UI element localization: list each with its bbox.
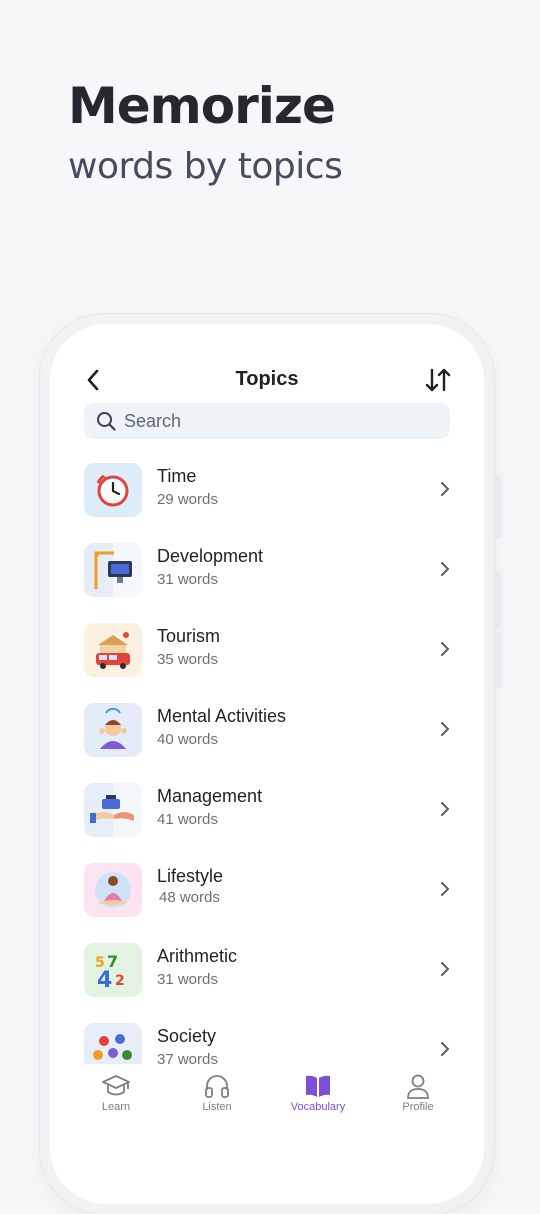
chevron-right-icon — [441, 1042, 449, 1056]
tab-label: Profile — [402, 1101, 434, 1113]
headline-subtitle: words by topics — [68, 146, 343, 187]
meditation-icon — [84, 863, 142, 917]
topic-name: Arithmetic — [157, 946, 238, 966]
promo-headline: Memorize words by topics — [68, 77, 343, 188]
svg-text:4: 4 — [97, 968, 112, 993]
phone-screen: Topics Search Time 29 words Development … — [50, 324, 484, 1204]
tab-label: Vocabulary — [290, 1101, 346, 1113]
thinking-person-icon — [84, 703, 142, 757]
chevron-right-icon — [441, 562, 449, 576]
svg-text:2: 2 — [115, 973, 125, 989]
chevron-right-icon — [441, 642, 449, 656]
headline-title: Memorize — [68, 77, 336, 135]
topic-word-count: 48 words — [159, 889, 220, 906]
phone-frame: Topics Search Time 29 words Development … — [40, 314, 494, 1214]
chevron-right-icon — [441, 802, 449, 816]
topic-list: Time 29 words Development 31 words Touri… — [84, 460, 454, 1100]
topic-name: Time — [157, 466, 197, 486]
book-icon — [306, 1075, 330, 1097]
topic-row-time[interactable]: Time 29 words — [84, 460, 454, 540]
page-title: Topics — [235, 368, 299, 390]
topic-word-count: 41 words — [157, 811, 218, 828]
chevron-right-icon — [441, 882, 449, 896]
tab-profile[interactable]: Profile — [364, 1072, 472, 1113]
tour-bus-icon — [84, 623, 142, 677]
topic-word-count: 40 words — [157, 731, 218, 748]
phone-volume-up — [494, 572, 502, 628]
topic-row-arithmetic[interactable]: 5 7 4 2 Arithmetic 31 words — [84, 940, 454, 1020]
numbers-icon: 5 7 4 2 — [84, 943, 142, 997]
search-bar — [84, 403, 450, 439]
phone-side-button — [494, 476, 502, 538]
topic-name: Mental Activities — [157, 706, 287, 726]
person-icon — [407, 1074, 429, 1099]
topic-name: Development — [157, 546, 264, 566]
topic-name: Management — [157, 786, 263, 806]
tab-label: Listen — [202, 1101, 232, 1113]
headphones-icon — [205, 1075, 229, 1098]
tab-vocabulary[interactable]: Vocabulary — [264, 1072, 372, 1113]
topic-row-lifestyle[interactable]: Lifestyle 48 words — [84, 860, 454, 940]
topic-row-tourism[interactable]: Tourism 35 words — [84, 620, 454, 700]
crane-computer-icon — [84, 543, 142, 597]
tab-listen[interactable]: Listen — [163, 1072, 271, 1113]
briefcase-hands-icon — [84, 783, 142, 837]
chevron-right-icon — [441, 482, 449, 496]
topic-word-count: 35 words — [157, 651, 218, 668]
chevron-right-icon — [441, 722, 449, 736]
topic-word-count: 29 words — [157, 491, 218, 508]
topic-name: Tourism — [157, 626, 221, 646]
topic-name: Society — [157, 1026, 217, 1046]
sort-icon[interactable] — [424, 366, 452, 394]
tab-learn[interactable]: Learn — [62, 1072, 170, 1113]
chevron-right-icon — [441, 962, 449, 976]
topic-name: Lifestyle — [157, 866, 224, 886]
topic-row-management[interactable]: Management 41 words — [84, 780, 454, 860]
tab-label: Learn — [101, 1101, 131, 1113]
topic-word-count: 31 words — [157, 571, 218, 588]
top-bar: Topics — [50, 360, 484, 400]
alarm-clock-icon — [84, 463, 142, 517]
topic-row-development[interactable]: Development 31 words — [84, 540, 454, 620]
topic-word-count: 31 words — [157, 971, 218, 988]
phone-volume-down — [494, 632, 502, 688]
graduation-cap-icon — [102, 1075, 130, 1096]
search-input[interactable] — [124, 403, 434, 439]
topic-row-mental-activities[interactable]: Mental Activities 40 words — [84, 700, 454, 780]
search-icon — [97, 412, 116, 431]
bottom-tab-bar: Learn Listen Vocabulary Profile — [50, 1064, 484, 1124]
